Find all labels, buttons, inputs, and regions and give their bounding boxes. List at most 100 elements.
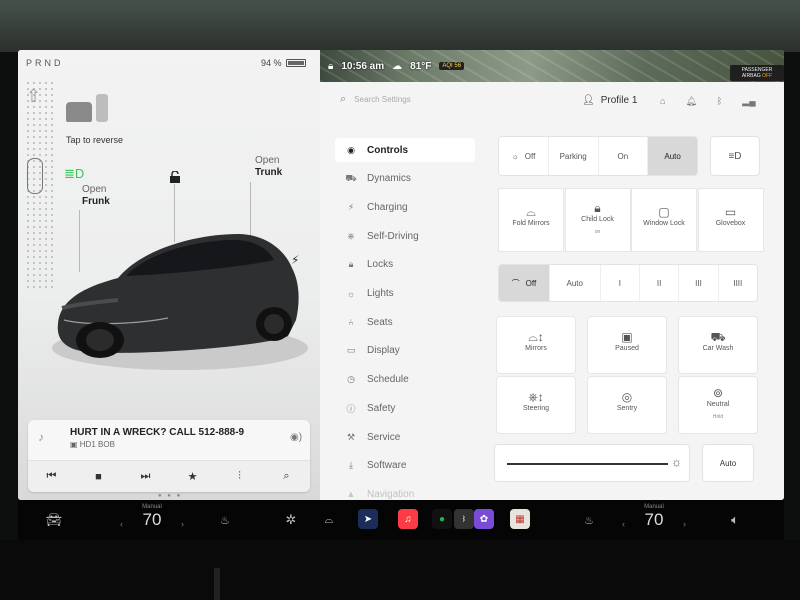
sidebar-item-schedule[interactable]: ◷ Schedule	[335, 368, 475, 392]
mirrors-button[interactable]: ⌓↕ Mirrors	[496, 316, 576, 374]
battery-percent: 94 %	[261, 58, 282, 68]
child-lock-button[interactable]: 🔒︎ Child Lock on	[564, 188, 631, 252]
driver-temp-up-icon[interactable]: ›	[181, 519, 184, 529]
bluetooth-icon[interactable]: ᛒ	[717, 96, 722, 107]
steering-button[interactable]: ⎈↕ Steering	[496, 376, 576, 434]
sentry-button[interactable]: ◎ Sentry	[587, 376, 667, 434]
headlight-icon: ≣D	[64, 166, 85, 181]
media-source-icon[interactable]: ◉)	[290, 432, 302, 443]
stop-icon[interactable]: ■	[87, 471, 111, 483]
lights-auto-option[interactable]: Auto	[648, 137, 697, 175]
sidebar-item-label: Software	[367, 460, 407, 472]
lte-signal-icon[interactable]: ▂▄	[742, 96, 755, 107]
lights-off-option[interactable]: ☼ Off	[499, 137, 549, 175]
wiper-auto-option[interactable]: Auto	[550, 265, 601, 301]
wiper-off-option[interactable]: ⌒ Off	[499, 265, 550, 301]
sidebar-item-label: Dynamics	[367, 173, 411, 185]
wiper-speed-3[interactable]: III	[679, 265, 719, 301]
passenger-seat-heater-icon[interactable]: ♨	[578, 500, 600, 540]
passenger-temp-down-icon[interactable]: ‹	[622, 519, 625, 529]
sidebar-item-service[interactable]: ⚒ Service	[335, 425, 475, 449]
sidebar-item-software[interactable]: ⤓ Software	[335, 454, 475, 478]
seat-heater-icon[interactable]: ♨	[214, 500, 236, 540]
sidebar-item-lights[interactable]: ☼ Lights	[335, 282, 475, 306]
sidebar-item-dynamics[interactable]: ⛟ Dynamics	[335, 167, 475, 191]
mirrors-icon: ⌓↕	[528, 330, 544, 344]
battery-level-fill	[287, 61, 305, 65]
driver-temp-down-icon[interactable]: ‹	[120, 519, 123, 529]
unlock-icon[interactable]	[169, 171, 181, 183]
open-trunk-button[interactable]: Open Trunk	[255, 155, 282, 179]
volume-icon[interactable]: 🔈︎	[724, 500, 746, 540]
car-wash-button[interactable]: ⛟ Car Wash	[678, 316, 758, 374]
window-lock-button[interactable]: ▢ Window Lock	[631, 188, 697, 252]
open-frunk-button[interactable]: Open Frunk	[82, 184, 110, 208]
sidebar-item-label: Controls	[367, 144, 409, 156]
music-app-icon[interactable]: ♫	[398, 509, 418, 529]
profile-icon: 👤︎	[582, 95, 595, 106]
sidebar-item-seats[interactable]: ⑃ Seats	[335, 310, 475, 334]
settings-search[interactable]: ⌕ Search Settings	[340, 93, 411, 106]
window-lock-label: Window Lock	[643, 220, 685, 227]
car-topdown-icon[interactable]	[27, 158, 43, 194]
brightness-slider[interactable]: ☼	[494, 444, 690, 482]
media-station-name: HD1 BOB	[79, 440, 115, 449]
passenger-temp-up-icon[interactable]: ›	[683, 519, 686, 529]
lock-status-icon[interactable]: 🔒︎	[328, 61, 333, 72]
high-beam-button[interactable]: ≡D	[710, 136, 760, 176]
bluetooth-app-icon[interactable]: ᛒ	[454, 509, 474, 529]
sentry-label: Sentry	[616, 405, 638, 412]
fold-mirrors-button[interactable]: ⌓ Fold Mirrors	[498, 188, 564, 252]
spotify-app-icon[interactable]: ●	[432, 509, 452, 529]
sidebar-item-controls[interactable]: ◉ Controls	[335, 138, 475, 162]
brightness-auto-button[interactable]: Auto	[702, 444, 754, 482]
fan-icon[interactable]: ✲	[280, 500, 302, 540]
neutral-button[interactable]: ⊚ Neutral Hold	[678, 376, 758, 434]
search-icon[interactable]: ⌕	[275, 470, 299, 483]
sidebar-item-charging[interactable]: ⚡ Charging	[335, 195, 475, 219]
next-icon[interactable]: ⏭	[134, 470, 158, 483]
sidebar-item-display[interactable]: ▭ Display	[335, 339, 475, 363]
equalizer-icon[interactable]: ⫶	[228, 470, 252, 483]
garage-icon[interactable]: ⌂	[660, 96, 665, 107]
bell-icon[interactable]: 🔔︎	[685, 96, 696, 107]
drive-up-arrow-icon[interactable]: ⇧	[26, 86, 41, 107]
screen-stand	[214, 568, 220, 600]
lights-parking-label: Parking	[559, 151, 587, 161]
bottom-dock: 🚘︎ Manual 70 ‹ › ♨ ✲ ⌓ ➤ ♫ ● ᛒ ✿ ▦ ♨ Man…	[18, 500, 784, 540]
driver-temperature[interactable]: Manual 70 ‹ ›	[120, 504, 184, 530]
navigation-app-icon[interactable]: ➤	[358, 509, 378, 529]
sidebar-item-label: Display	[367, 345, 400, 357]
light-bulb-icon: ☼	[511, 151, 519, 161]
favorite-icon[interactable]: ★	[181, 470, 205, 483]
download-icon: ⤓	[349, 460, 353, 471]
child-lock-status: on	[594, 229, 601, 235]
lights-parking-option[interactable]: Parking	[549, 137, 599, 175]
sidebar-item-locks[interactable]: 🔒︎ Locks	[335, 253, 475, 277]
car-icon[interactable]: 🚘︎	[42, 500, 66, 540]
fold-mirrors-icon: ⌓	[526, 205, 536, 219]
sidebar-item-navigation[interactable]: ▲ Navigation	[335, 482, 475, 500]
wiper-speed-1[interactable]: I	[601, 265, 640, 301]
sidebar-item-self-driving[interactable]: ⎈ Self-Driving	[335, 224, 475, 248]
toybox-app-icon[interactable]: ✿	[474, 509, 494, 529]
prev-icon[interactable]: ⏮	[40, 470, 64, 483]
media-player[interactable]: ♪ HURT IN A WRECK? CALL 512-888-9 ▣ HD1 …	[28, 420, 310, 492]
open-frunk-line2: Frunk	[82, 196, 110, 207]
safety-icon: ⓘ	[346, 403, 356, 414]
glovebox-button[interactable]: ▭ Glovebox	[697, 188, 764, 252]
calendar-app-icon[interactable]: ▦	[510, 509, 530, 529]
sidebar-item-safety[interactable]: ⓘ Safety	[335, 396, 475, 420]
gear-indicator[interactable]: PRND	[26, 58, 64, 68]
car-panel: PRND 94 % ⇧ Tap to reverse ≣D Open Frunk…	[18, 50, 320, 500]
aqi-badge: AQI 56	[439, 62, 465, 70]
brightness-track	[507, 463, 668, 465]
brake-pedal-icon[interactable]	[66, 94, 114, 124]
profile-button[interactable]: 👤︎ Profile 1	[582, 95, 637, 106]
dashcam-button[interactable]: ▣ Paused	[587, 316, 667, 374]
passenger-temperature[interactable]: Manual 70 ‹ ›	[622, 504, 686, 530]
wiper-speed-4[interactable]: IIII	[719, 265, 757, 301]
defrost-icon[interactable]: ⌓	[318, 500, 340, 540]
wiper-speed-2[interactable]: II	[640, 265, 680, 301]
lights-on-option[interactable]: On	[599, 137, 649, 175]
